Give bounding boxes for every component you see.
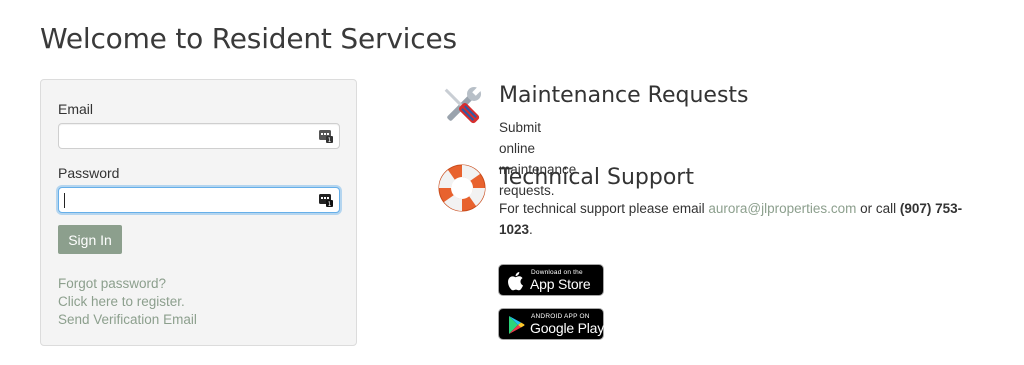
password-field[interactable]: 1 <box>58 187 340 213</box>
lifebuoy-icon[interactable] <box>437 163 487 213</box>
text-cursor <box>64 193 65 208</box>
email-label: Email <box>58 101 94 117</box>
app-store-big-text: App Store <box>530 276 591 292</box>
forgot-password-link[interactable]: Forgot password? <box>58 276 166 291</box>
support-email-link[interactable]: aurora@jlproperties.com <box>708 201 856 216</box>
page-title: Welcome to Resident Services <box>40 22 457 55</box>
login-card: Email 1 Password 1 Sign In Forgot passwo… <box>40 79 357 346</box>
maintenance-title[interactable]: Maintenance Requests <box>499 83 749 108</box>
play-icon <box>509 316 525 334</box>
password-manager-icon[interactable]: 1 <box>319 193 333 207</box>
google-play-small-text: ANDROID APP ON <box>531 313 590 320</box>
password-manager-icon[interactable]: 1 <box>319 129 333 143</box>
app-store-small-text: Download on the <box>531 269 583 276</box>
sign-in-button[interactable]: Sign In <box>58 225 122 254</box>
google-play-big-text: Google Play <box>530 320 605 336</box>
google-play-badge[interactable]: ANDROID APP ON Google Play <box>498 308 604 340</box>
svg-text:1: 1 <box>328 201 332 207</box>
send-verification-link[interactable]: Send Verification Email <box>58 312 197 327</box>
tools-icon[interactable] <box>437 81 487 131</box>
support-title[interactable]: Technical Support <box>499 165 694 190</box>
svg-text:1: 1 <box>328 137 332 143</box>
support-text-middle: or call <box>856 201 900 216</box>
register-link[interactable]: Click here to register. <box>58 294 185 309</box>
app-store-badge[interactable]: Download on the App Store <box>498 264 604 296</box>
email-field[interactable]: 1 <box>58 123 340 149</box>
apple-icon <box>508 272 523 291</box>
support-text-suffix: . <box>529 222 533 237</box>
support-text-prefix: For technical support please email <box>499 201 709 216</box>
support-description: For technical support please email auror… <box>499 198 979 240</box>
password-label: Password <box>58 165 120 181</box>
